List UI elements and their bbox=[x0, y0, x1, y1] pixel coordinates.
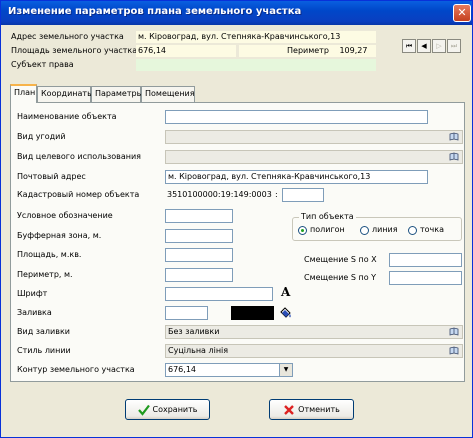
contour-value: 676,14 bbox=[168, 365, 196, 374]
plan-panel: Наименование объекта Вид угодий Вид целе… bbox=[10, 102, 465, 382]
book-icon[interactable] bbox=[449, 346, 459, 355]
font-picker-icon[interactable]: A bbox=[281, 285, 290, 299]
save-button[interactable]: Сохранить bbox=[125, 399, 210, 420]
fill-input[interactable] bbox=[165, 306, 208, 320]
line-style-value: Суцільна лінія bbox=[168, 346, 229, 355]
buffer-label: Буфферная зона, м. bbox=[17, 231, 102, 240]
last-record-icon: ⏭ bbox=[450, 42, 458, 50]
perimeter-field-label: Периметр, м. bbox=[17, 270, 73, 279]
nav-first-button[interactable]: ⏮ bbox=[402, 39, 416, 53]
chevron-down-icon[interactable]: ▼ bbox=[279, 364, 292, 376]
address-value: м. Кіровоград, вул. Степняка-Кравчинсько… bbox=[136, 31, 376, 43]
tab-premises[interactable]: Помещения bbox=[141, 86, 195, 102]
name-label: Наименование объекта bbox=[17, 112, 117, 121]
cadastral-value: 3510100000:19:149:0003 bbox=[167, 190, 272, 199]
tab-plan[interactable]: План bbox=[10, 84, 37, 103]
perimeter-value: 109,27 bbox=[339, 46, 368, 55]
nav-next-button[interactable]: ▷ bbox=[432, 39, 446, 53]
next-record-icon: ▷ bbox=[436, 42, 442, 50]
perimeter-group: Периметр 109,27 bbox=[239, 45, 376, 57]
cadastral-extra-input[interactable] bbox=[282, 188, 324, 202]
prev-record-icon: ◀ bbox=[421, 42, 427, 50]
symbol-label: Условное обозначение bbox=[17, 211, 113, 220]
contour-select[interactable]: 676,14 ▼ bbox=[165, 363, 293, 377]
area-input[interactable] bbox=[165, 248, 233, 262]
address-label: Адрес земельного участка bbox=[11, 32, 124, 41]
radio-polygon-label[interactable]: полигон bbox=[310, 225, 345, 234]
cancel-label: Отменить bbox=[298, 405, 340, 414]
radio-polygon[interactable] bbox=[298, 226, 307, 235]
subject-label: Субъект права bbox=[11, 60, 74, 69]
cancel-button[interactable]: Отменить bbox=[269, 399, 354, 420]
radio-line[interactable] bbox=[360, 226, 369, 235]
offset-x-label: Смещение S по X bbox=[304, 255, 377, 264]
perimeter-label: Периметр bbox=[287, 46, 329, 55]
book-icon[interactable] bbox=[449, 327, 459, 336]
offset-y-label: Смещение S по Y bbox=[304, 273, 377, 282]
nav-prev-button[interactable]: ◀ bbox=[417, 39, 431, 53]
land-type-label: Вид угодий bbox=[17, 132, 66, 141]
offset-y-input[interactable] bbox=[389, 271, 462, 285]
postal-input[interactable]: м. Кіровоград, вул. Степняка-Кравчинсько… bbox=[165, 170, 428, 184]
nav-last-button[interactable]: ⏭ bbox=[447, 39, 461, 53]
subject-value bbox=[136, 59, 376, 71]
area-value: 676,14 bbox=[136, 45, 236, 57]
font-input[interactable] bbox=[165, 287, 273, 301]
perimeter-input[interactable] bbox=[165, 268, 233, 282]
tab-parameters[interactable]: Параметры bbox=[91, 86, 143, 102]
land-type-field[interactable] bbox=[165, 130, 463, 144]
fill-type-label: Вид заливки bbox=[17, 327, 70, 336]
save-label: Сохранить bbox=[152, 405, 198, 414]
line-style-label: Стиль линии bbox=[17, 346, 71, 355]
radio-line-label[interactable]: линия bbox=[372, 225, 398, 234]
checkmark-icon bbox=[137, 404, 150, 416]
close-icon: ✕ bbox=[457, 6, 467, 19]
dialog-window: Изменение параметров плана земельного уч… bbox=[0, 0, 473, 438]
line-style-field[interactable]: Суцільна лінія bbox=[165, 344, 463, 358]
purpose-label: Вид целевого использования bbox=[17, 152, 141, 161]
symbol-input[interactable] bbox=[165, 209, 233, 223]
tab-coordinates[interactable]: Координаты bbox=[37, 86, 93, 102]
postal-label: Почтовый адрес bbox=[17, 172, 86, 181]
area-field-label: Площадь, м.кв. bbox=[17, 250, 82, 259]
book-icon[interactable] bbox=[449, 152, 459, 161]
first-record-icon: ⏮ bbox=[405, 42, 413, 50]
window-title: Изменение параметров плана земельного уч… bbox=[8, 6, 302, 17]
contour-label: Контур земельного участка bbox=[17, 365, 135, 374]
object-type-group: Тип объекта полигон линия точка bbox=[292, 212, 462, 241]
cadastral-label: Кадастровый номер объекта bbox=[17, 190, 140, 199]
font-label: Шрифт bbox=[17, 289, 48, 298]
fill-type-value: Без заливки bbox=[168, 327, 220, 336]
paint-bucket-icon[interactable] bbox=[279, 306, 292, 319]
close-button[interactable]: ✕ bbox=[453, 4, 471, 22]
book-icon[interactable] bbox=[449, 132, 459, 141]
radio-point-label[interactable]: точка bbox=[420, 225, 444, 234]
cadastral-separator: : bbox=[275, 190, 278, 199]
object-type-title: Тип объекта bbox=[299, 212, 356, 221]
offset-x-input[interactable] bbox=[389, 253, 462, 267]
title-bar[interactable]: Изменение параметров плана земельного уч… bbox=[1, 1, 472, 25]
fill-label: Заливка bbox=[17, 308, 52, 317]
buffer-input[interactable] bbox=[165, 229, 233, 243]
area-label: Площадь земельного участка bbox=[11, 46, 138, 55]
radio-point[interactable] bbox=[408, 226, 417, 235]
fill-type-field[interactable]: Без заливки bbox=[165, 325, 463, 339]
x-icon bbox=[284, 404, 294, 415]
fill-color-swatch[interactable] bbox=[231, 306, 274, 320]
name-input[interactable] bbox=[165, 110, 428, 124]
purpose-field[interactable] bbox=[165, 150, 463, 164]
